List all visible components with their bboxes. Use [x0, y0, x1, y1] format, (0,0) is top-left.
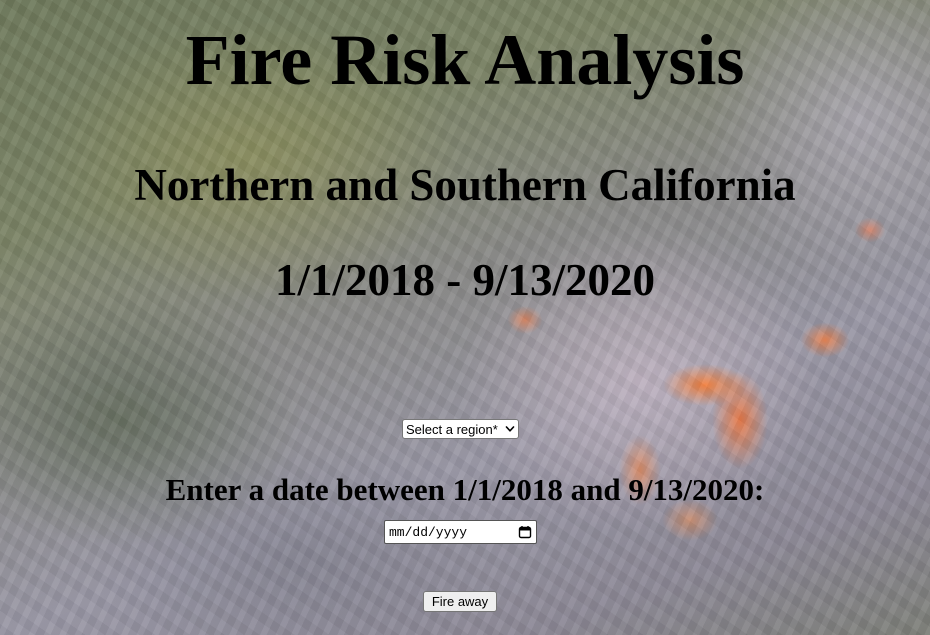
chevron-down-icon	[505, 426, 515, 432]
page-content: Fire Risk Analysis Northern and Southern…	[0, 0, 930, 635]
date-range-heading: 1/1/2018 - 9/13/2020	[275, 255, 655, 305]
region-select[interactable]: Select a region*	[402, 419, 519, 439]
page-title: Fire Risk Analysis	[185, 20, 745, 100]
calendar-icon[interactable]	[518, 525, 532, 539]
page-subtitle: Northern and Southern California	[134, 160, 796, 210]
date-input[interactable]: mm/dd/yyyy	[384, 520, 537, 544]
fire-away-button[interactable]: Fire away	[423, 591, 497, 612]
region-select-value: Select a region*	[406, 421, 498, 437]
date-input-placeholder: mm/dd/yyyy	[389, 524, 468, 540]
date-prompt-label: Enter a date between 1/1/2018 and 9/13/2…	[165, 472, 765, 507]
